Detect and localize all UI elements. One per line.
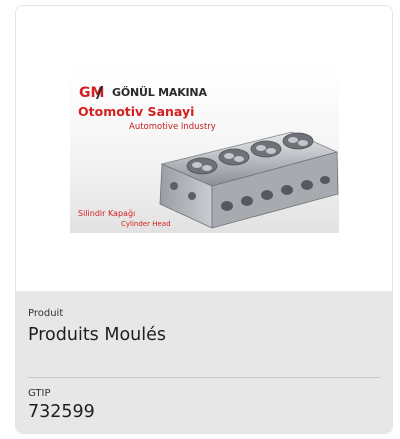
product-image[interactable]: GM GÖNÜL MAKINA Otomotiv Sanayi Automoti… — [70, 66, 339, 233]
brand-logo: GM GÖNÜL MAKINA — [79, 84, 207, 100]
gm-logo-icon: GM — [79, 85, 104, 100]
product-card[interactable]: GM GÖNÜL MAKINA Otomotiv Sanayi Automoti… — [15, 5, 393, 434]
sector-title: Otomotiv Sanayi — [78, 104, 195, 119]
part-name-tr: Silindir Kapağı — [78, 209, 136, 218]
product-label: Produit — [28, 308, 64, 319]
product-info: Produit Produits Moulés GTIP 732599 — [16, 291, 392, 433]
gtip-value: 732599 — [28, 402, 95, 422]
gtip-label: GTIP — [28, 388, 51, 399]
cylinder-head-illustration — [159, 131, 339, 229]
product-value: Produits Moulés — [28, 325, 167, 345]
product-media: GM GÖNÜL MAKINA Otomotiv Sanayi Automoti… — [16, 6, 392, 291]
part-name-en: Cylinder Head — [121, 220, 171, 228]
divider — [28, 377, 380, 378]
brand-name: GÖNÜL MAKINA — [112, 85, 207, 99]
